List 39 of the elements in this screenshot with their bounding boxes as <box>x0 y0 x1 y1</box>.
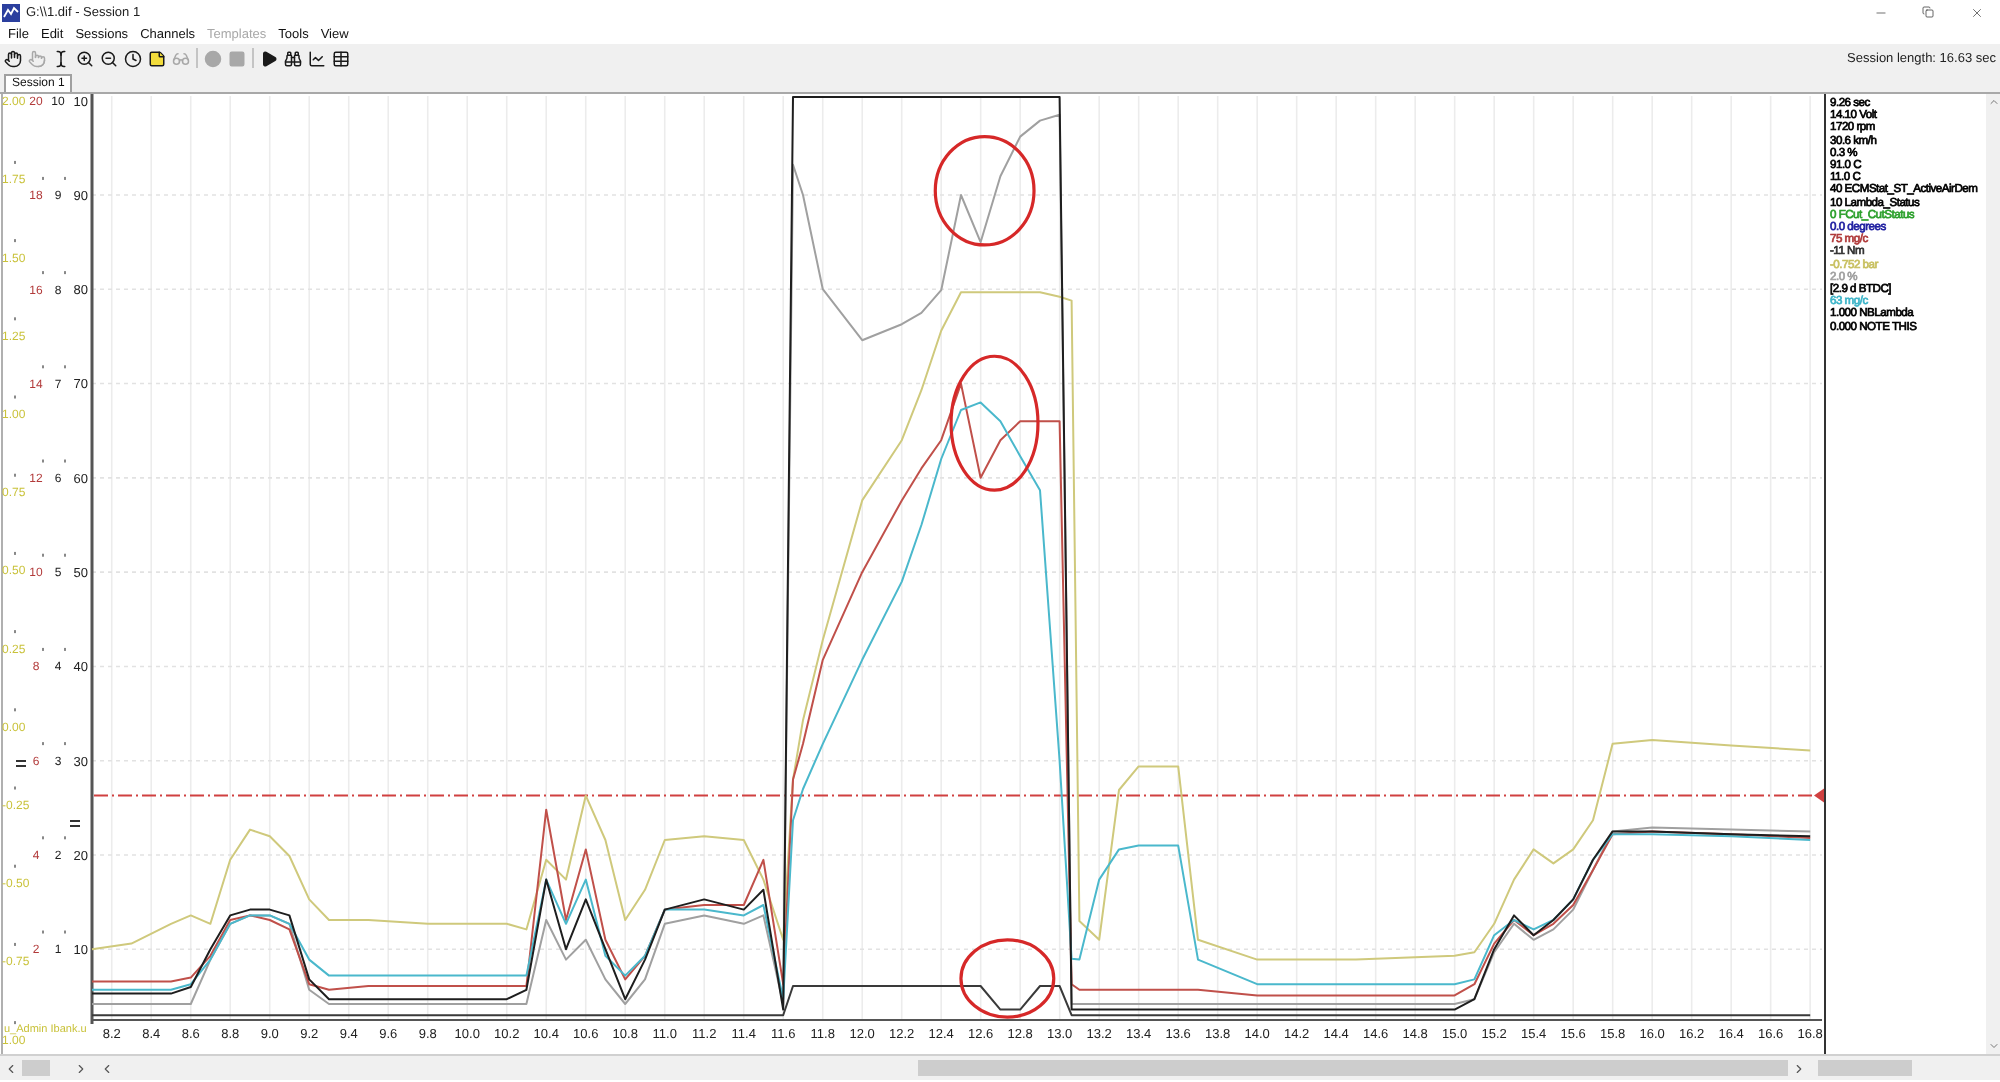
scrollbar-thumb[interactable] <box>918 1060 1788 1076</box>
zoom-out-icon <box>99 49 117 67</box>
table-icon <box>331 49 349 67</box>
close-icon <box>1969 5 1983 19</box>
table-button[interactable] <box>328 46 352 70</box>
scroll-down-icon[interactable] <box>1987 1040 1999 1052</box>
binoculars-icon <box>283 49 301 67</box>
scroll-up-icon[interactable] <box>1987 96 1999 108</box>
scrollbar-thumb[interactable] <box>22 1060 50 1076</box>
hand-drawn-circle <box>949 354 1040 492</box>
chart-button[interactable] <box>304 46 328 70</box>
scroll-right-icon[interactable] <box>1792 1061 1806 1075</box>
pointer-icon <box>27 49 45 67</box>
stop-icon <box>227 49 245 67</box>
chart-icon <box>307 49 325 67</box>
scroll-left-icon[interactable] <box>100 1061 114 1075</box>
note-icon <box>147 49 165 67</box>
hand-drawn-circle <box>933 134 1036 247</box>
scrollbar-thumb[interactable] <box>1818 1060 1912 1076</box>
clock-button[interactable] <box>120 46 144 70</box>
hand-icon <box>3 49 21 67</box>
zoom-in-button[interactable] <box>72 46 96 70</box>
scroll-left-icon[interactable] <box>4 1061 18 1075</box>
record-icon <box>203 49 221 67</box>
glasses-icon <box>171 49 189 67</box>
text-cursor-icon <box>51 49 69 67</box>
clock-icon <box>123 49 141 67</box>
play-icon <box>259 49 277 67</box>
hand-button[interactable] <box>0 46 24 70</box>
restore-icon <box>1922 6 1934 18</box>
scrollbar[interactable] <box>1986 94 2000 1054</box>
equals-marker-icon <box>70 820 80 827</box>
binoculars-button[interactable] <box>280 46 304 70</box>
zoom-in-icon <box>75 49 93 67</box>
note-button[interactable] <box>144 46 168 70</box>
equals-marker-icon <box>16 760 26 767</box>
hand-drawn-circle <box>959 938 1056 1019</box>
zoom-out-button[interactable] <box>96 46 120 70</box>
scroll-right-icon[interactable] <box>74 1061 88 1075</box>
